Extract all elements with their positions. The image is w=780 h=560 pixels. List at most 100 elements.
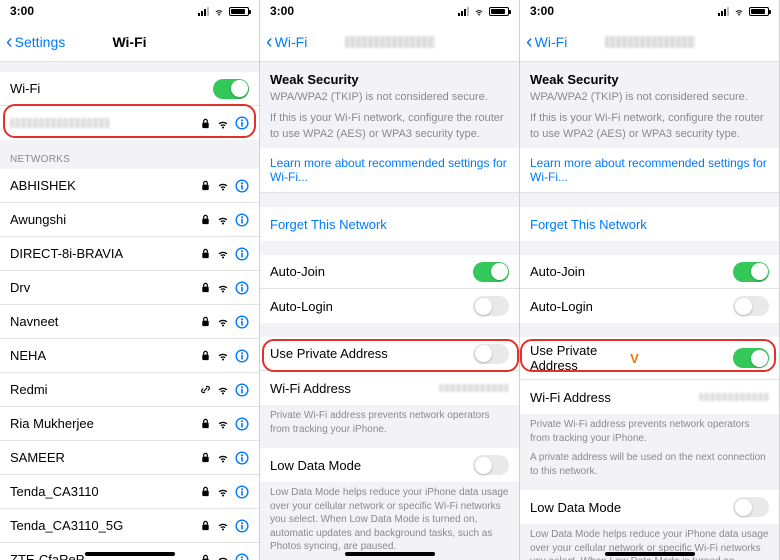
private-address-row[interactable]: Use Private Address [260,337,519,371]
info-icon[interactable] [235,485,249,499]
info-icon[interactable] [235,519,249,533]
wifi-signal-icon [217,486,229,497]
network-row[interactable]: Ria Mukherjee [0,407,259,441]
private-address-toggle[interactable] [733,348,769,368]
info-icon[interactable] [235,451,249,465]
wifi-signal-icon [217,118,229,129]
info-icon[interactable] [235,315,249,329]
wifi-address-value [439,384,509,392]
home-indicator[interactable] [345,552,435,556]
network-row[interactable]: Redmi [0,373,259,407]
network-row[interactable]: ABHISHEK [0,169,259,203]
network-row[interactable]: NEHA [0,339,259,373]
cellular-icon [198,7,209,16]
weak-security-body: WPA/WPA2 (TKIP) is not considered secure… [520,90,779,111]
low-data-mode-row[interactable]: Low Data Mode [260,448,519,482]
info-icon[interactable] [235,247,249,261]
low-data-footer: Low Data Mode helps reduce your iPhone d… [260,482,519,560]
wifi-signal-icon [217,452,229,463]
wifi-address-value [699,393,769,401]
link-icon [200,384,211,395]
network-row[interactable]: SAMEER [0,441,259,475]
info-icon[interactable] [235,553,249,560]
network-row[interactable]: Awungshi [0,203,259,237]
lock-icon [200,316,211,327]
home-indicator[interactable] [605,552,695,556]
auto-join-row[interactable]: Auto-Join [520,255,779,289]
auto-login-row[interactable]: Auto-Login [260,289,519,323]
back-button[interactable]: ‹Settings [6,32,65,52]
private-address-footer2: A private address will be used on the ne… [520,451,779,484]
info-icon[interactable] [235,281,249,295]
lock-icon [200,486,211,497]
nav-bar: ‹Wi-Fi [260,22,519,62]
forget-network-button[interactable]: Forget This Network [260,207,519,241]
wifi-signal-icon [217,520,229,531]
back-button[interactable]: ‹Wi-Fi [266,32,307,52]
low-data-toggle[interactable] [733,497,769,517]
private-address-toggle[interactable] [473,344,509,364]
auto-join-toggle[interactable] [473,262,509,282]
status-bar: 3:00 [0,0,259,22]
status-bar: 3:00 [260,0,519,22]
wifi-signal-icon [217,384,229,395]
auto-login-row[interactable]: Auto-Login [520,289,779,323]
connected-network-name [10,118,110,128]
auto-login-toggle[interactable] [473,296,509,316]
wifi-status-icon [213,7,225,16]
weak-security-title: Weak Security [260,62,519,90]
network-row[interactable]: DIRECT-8i-BRAVIA [0,237,259,271]
status-time: 3:00 [10,4,34,18]
network-row[interactable]: Navneet [0,305,259,339]
annotation-marker: V [630,351,639,366]
wifi-status-icon [733,7,745,16]
info-icon[interactable] [235,383,249,397]
networks-header: NETWORKS [0,140,259,169]
wifi-signal-icon [217,316,229,327]
network-row[interactable]: Tenda_CA3110_5G [0,509,259,543]
lock-icon [200,418,211,429]
lock-icon [200,180,211,191]
settings-wifi-list-screen: 3:00 ‹Settings Wi-Fi Wi-Fi [0,0,260,560]
battery-icon [229,7,249,16]
auto-join-row[interactable]: Auto-Join [260,255,519,289]
status-time: 3:00 [270,4,294,18]
info-icon[interactable] [235,417,249,431]
learn-more-link[interactable]: Learn more about recommended settings fo… [520,148,779,193]
auto-join-toggle[interactable] [733,262,769,282]
wifi-master-toggle-row[interactable]: Wi-Fi [0,72,259,106]
network-detail-private-off-screen: 3:00 ‹Wi-Fi Weak Security WPA/WPA2 (TKIP… [260,0,520,560]
page-title-redacted [605,36,695,48]
network-detail-private-on-screen: 3:00 ‹Wi-Fi Weak Security WPA/WPA2 (TKIP… [520,0,780,560]
wifi-signal-icon [217,350,229,361]
info-icon[interactable] [235,179,249,193]
lock-icon [200,118,211,129]
low-data-toggle[interactable] [473,455,509,475]
low-data-mode-row[interactable]: Low Data Mode [520,490,779,524]
forget-network-button[interactable]: Forget This Network [520,207,779,241]
learn-more-link[interactable]: Learn more about recommended settings fo… [260,148,519,193]
weak-security-body2: If this is your Wi-Fi network, configure… [520,111,779,148]
info-icon[interactable] [235,349,249,363]
auto-login-toggle[interactable] [733,296,769,316]
lock-icon [200,452,211,463]
battery-icon [749,7,769,16]
info-icon[interactable] [235,213,249,227]
cellular-icon [458,7,469,16]
private-address-row[interactable]: Use Private AddressV [520,337,779,380]
lock-icon [200,282,211,293]
connected-network-row[interactable] [0,106,259,140]
info-icon[interactable] [235,116,249,130]
wifi-status-icon [473,7,485,16]
lock-icon [200,214,211,225]
home-indicator[interactable] [85,552,175,556]
network-row[interactable]: Tenda_CA3110 [0,475,259,509]
back-button[interactable]: ‹Wi-Fi [526,32,567,52]
network-row[interactable]: Drv [0,271,259,305]
lock-icon [200,350,211,361]
chevron-left-icon: ‹ [266,32,273,52]
wifi-signal-icon [217,282,229,293]
chevron-left-icon: ‹ [6,32,13,52]
lock-icon [200,248,211,259]
wifi-toggle[interactable] [213,79,249,99]
